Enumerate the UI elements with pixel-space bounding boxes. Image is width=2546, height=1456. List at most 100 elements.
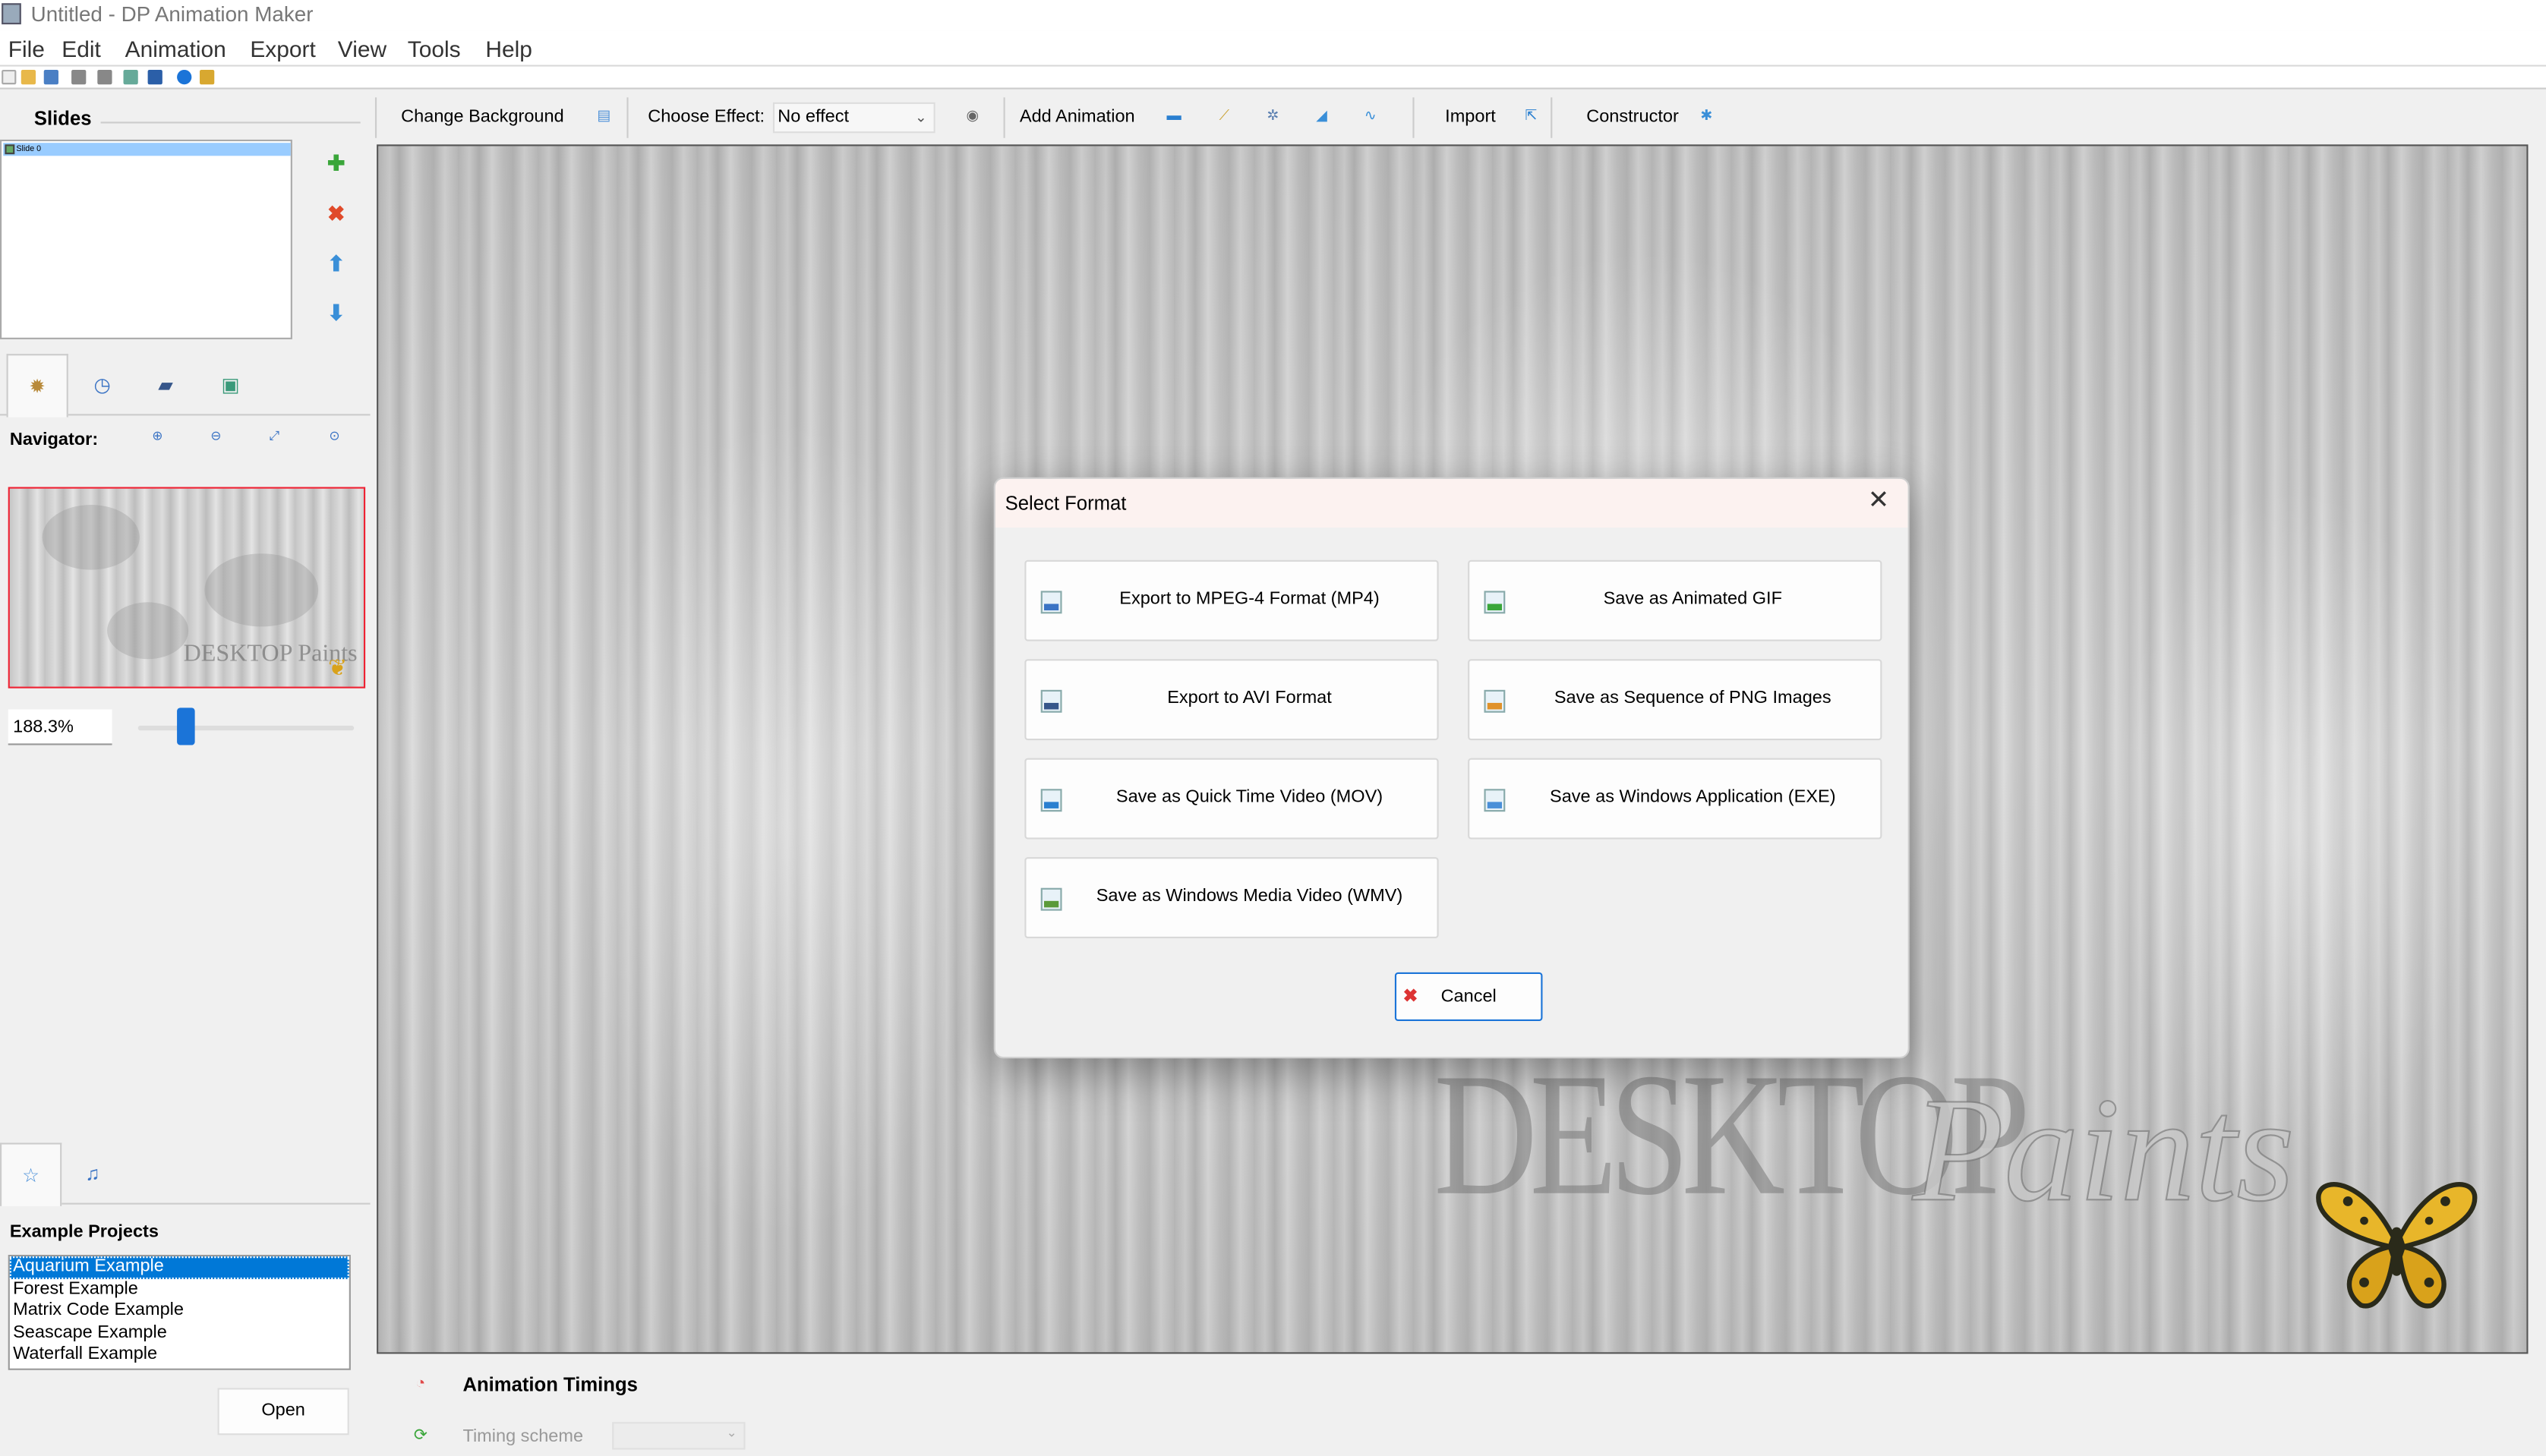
close-icon[interactable]: ✕ [1863, 485, 1895, 518]
info-icon[interactable] [177, 69, 192, 85]
watermark-paints-text: Paints [1912, 1066, 2295, 1233]
menu-view[interactable]: View [338, 36, 386, 61]
save-mov-label: Save as Quick Time Video (MOV) [1115, 787, 1383, 807]
tab-favorites-star-icon[interactable]: ☆ [0, 1142, 62, 1206]
export-avi-button[interactable]: Export to AVI Format [1024, 659, 1439, 741]
save-wmv-button[interactable]: Save as Windows Media Video (WMV) [1024, 857, 1439, 938]
list-item[interactable]: Seascape Example [10, 1322, 349, 1344]
wmv-file-icon [1040, 887, 1062, 911]
save-mov-button[interactable]: Save as Quick Time Video (MOV) [1024, 758, 1439, 840]
export-mp4-button[interactable]: Export to MPEG-4 Format (MP4) [1024, 559, 1439, 641]
menu-bar: File Edit Animation Export View Tools He… [0, 30, 2546, 67]
effect-select-value: No effect [778, 107, 850, 127]
actual-size-icon[interactable]: ⊙ [327, 429, 342, 445]
save-icon[interactable] [43, 69, 58, 85]
png-file-icon [1484, 689, 1506, 713]
slides-divider [100, 121, 361, 124]
zoom-value-field[interactable]: 188.3% [8, 709, 112, 745]
list-item[interactable]: Forest Example [10, 1278, 349, 1300]
film-icon[interactable] [147, 69, 162, 85]
list-item[interactable]: Matrix Code Example [10, 1300, 349, 1322]
refresh-icon[interactable]: ⟳ [411, 1427, 431, 1447]
open-example-button[interactable]: Open [217, 1388, 349, 1436]
move-slide-down-icon[interactable]: ⬇ [325, 301, 348, 325]
zoom-out-icon[interactable]: ⊖ [208, 429, 224, 445]
save-exe-label: Save as Windows Application (EXE) [1550, 787, 1836, 807]
import-button[interactable]: Import [1445, 107, 1496, 127]
list-item[interactable]: Waterfall Example [10, 1344, 349, 1366]
preview-eye-icon[interactable] [123, 69, 138, 85]
dialog-title: Select Format [1005, 491, 1127, 515]
tab-timer-icon[interactable]: ◷ [71, 354, 133, 415]
title-bar: Untitled - DP Animation Maker [0, 0, 2546, 31]
add-path-animation-icon[interactable]: ⟋ [1215, 106, 1235, 125]
tab-music-note-icon[interactable]: ♫ [62, 1142, 123, 1204]
menu-help[interactable]: Help [485, 36, 532, 61]
timing-scheme-label: Timing scheme [462, 1426, 584, 1447]
menu-export[interactable]: Export [250, 36, 316, 61]
new-file-icon[interactable] [2, 69, 17, 85]
library-tabs: ☆ ♫ [0, 1142, 371, 1206]
add-slide-icon[interactable]: ✚ [325, 152, 348, 175]
export-mp4-label: Export to MPEG-4 Format (MP4) [1119, 589, 1380, 609]
preview-texture [204, 553, 319, 627]
menu-tools[interactable]: Tools [408, 36, 461, 61]
example-projects-list[interactable]: Aquarium Example Forest Example Matrix C… [8, 1254, 351, 1370]
tab-settings-gear-icon[interactable]: ✹ [6, 354, 68, 418]
dialog-titlebar: Select Format ✕ [995, 478, 1908, 528]
change-background-button[interactable]: Change Background [401, 107, 563, 127]
mp4-file-icon [1040, 591, 1062, 614]
zoom-in-icon[interactable]: ⊕ [150, 429, 166, 445]
navigator-preview[interactable]: DESKTOP Paints ❦ [8, 487, 366, 689]
gif-file-icon [1484, 591, 1506, 614]
cancel-button[interactable]: ✖ Cancel [1394, 972, 1543, 1022]
save-exe-button[interactable]: Save as Windows Application (EXE) [1468, 758, 1882, 840]
move-slide-up-icon[interactable]: ⬆ [325, 253, 348, 276]
delete-slide-icon[interactable]: ✖ [325, 202, 348, 225]
open-folder-icon[interactable] [21, 69, 36, 85]
butterfly-icon: ❦ [327, 654, 348, 680]
menu-file[interactable]: File [8, 36, 45, 61]
effect-select[interactable]: No effect ⌄ [772, 102, 935, 134]
save-gif-button[interactable]: Save as Animated GIF [1468, 559, 1882, 641]
choose-effect-label: Choose Effect: [648, 107, 765, 127]
constructor-button[interactable]: Constructor [1586, 107, 1679, 127]
zoom-slider-thumb[interactable] [177, 708, 196, 745]
tab-image-icon[interactable]: ▣ [200, 354, 261, 415]
list-item[interactable]: Aquarium Example [9, 1256, 349, 1278]
exe-file-icon [1484, 789, 1506, 812]
slides-list[interactable]: Slide 0 [0, 139, 292, 339]
main-toolbar: Change Background ▤ Choose Effect: No ef… [373, 90, 2546, 145]
app-window: Untitled - DP Animation Maker File Edit … [0, 0, 2546, 1456]
add-wave-icon[interactable]: ∿ [1361, 106, 1380, 125]
background-image-icon[interactable]: ▤ [595, 106, 614, 125]
animation-timings-heading: Animation Timings [462, 1373, 638, 1397]
tab-camera-icon[interactable]: ▰ [134, 354, 196, 415]
undo-icon[interactable] [71, 69, 87, 85]
slide-label: Slide 0 [16, 144, 42, 155]
export-avi-label: Export to AVI Format [1167, 688, 1332, 708]
add-text-animation-icon[interactable]: ▬ [1164, 106, 1184, 125]
toolbar-separator [1412, 97, 1415, 138]
toolbar-separator [626, 97, 629, 138]
toolbar-separator [1003, 97, 1005, 138]
add-shape-icon[interactable]: ◢ [1312, 106, 1332, 125]
menu-edit[interactable]: Edit [62, 36, 101, 61]
timing-scheme-select[interactable]: ⌄ [612, 1422, 746, 1450]
cancel-label: Cancel [1440, 987, 1497, 1007]
fit-to-window-icon[interactable]: ⤢ [267, 429, 282, 445]
save-png-sequence-button[interactable]: Save as Sequence of PNG Images [1468, 659, 1882, 741]
constructor-icon[interactable]: ✱ [1697, 106, 1717, 125]
left-panel: Slides Slide 0 ✚ ✖ ⬆ ⬇ ✹ ◷ ▰ ▣ Navigator… [0, 90, 374, 1456]
redo-icon[interactable] [97, 69, 112, 85]
app-icon [2, 3, 21, 25]
slides-heading: Slides [33, 107, 92, 131]
slide-item[interactable]: Slide 0 [3, 143, 291, 156]
zoom-slider-track[interactable] [137, 725, 355, 731]
menu-animation[interactable]: Animation [125, 36, 226, 61]
preview-effect-icon[interactable]: ◉ [963, 106, 983, 125]
key-icon[interactable] [200, 69, 215, 85]
import-icon[interactable]: ⇱ [1522, 106, 1541, 125]
add-particles-icon[interactable]: ✲ [1264, 106, 1283, 125]
select-format-dialog: Select Format ✕ Export to MPEG-4 Format … [993, 477, 1910, 1059]
